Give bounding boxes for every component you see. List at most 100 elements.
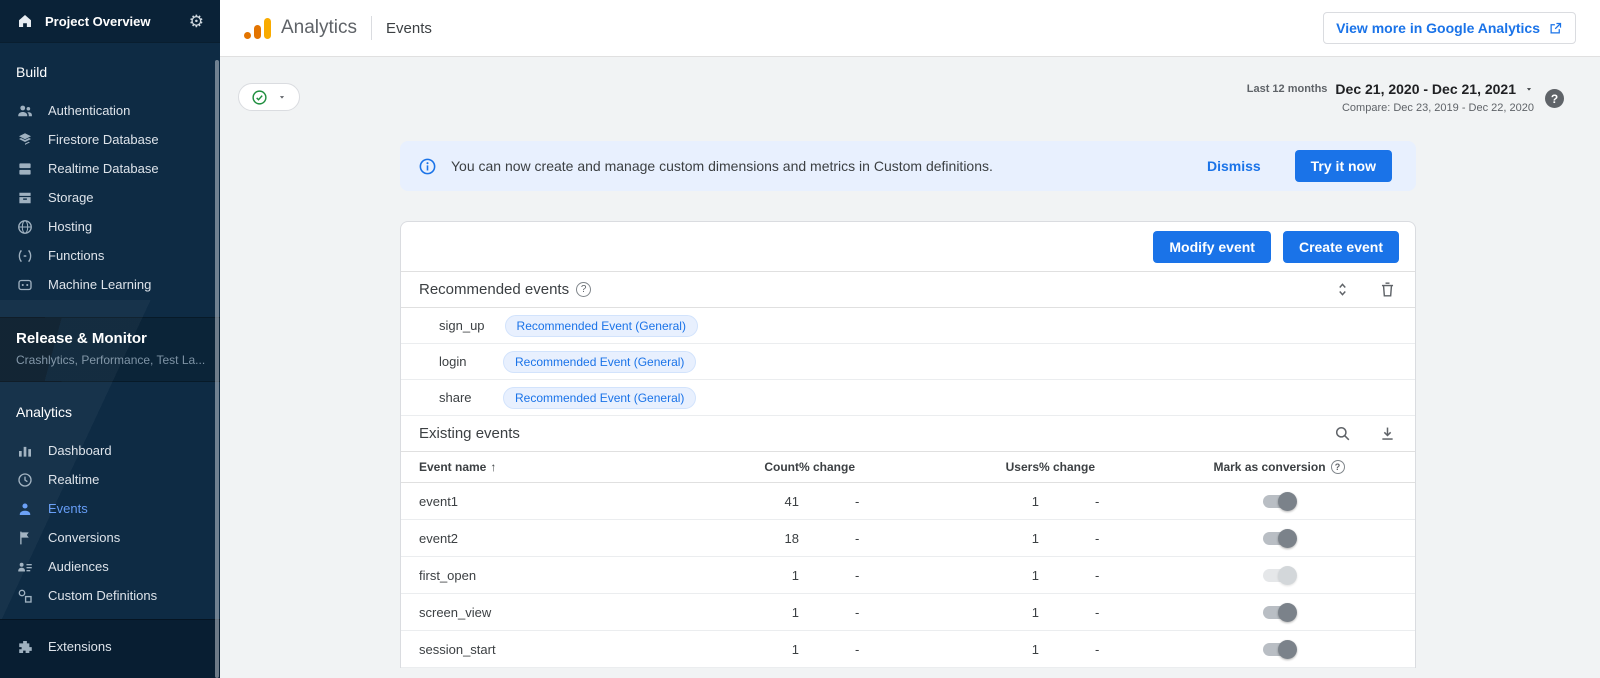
recommended-event-name: sign_up (439, 318, 485, 333)
conversions-icon (16, 529, 34, 547)
mark-as-conversion-toggle[interactable] (1263, 643, 1295, 656)
check-circle-icon (251, 89, 268, 106)
column-change[interactable]: % change (799, 460, 919, 474)
topbar-divider (371, 16, 372, 40)
sidebar-item-label: Events (48, 501, 88, 516)
sidebar-item-label: Dashboard (48, 443, 112, 458)
table-row[interactable]: event2 18 - 1 - (401, 520, 1415, 557)
table-row[interactable]: first_open 1 - 1 - (401, 557, 1415, 594)
sidebar: Project Overview ⚙ Build Authentication … (0, 0, 220, 678)
chevron-down-icon (277, 92, 287, 102)
recommended-event-row[interactable]: login Recommended Event (General) (401, 344, 1415, 380)
home-icon (16, 12, 34, 30)
sidebar-item-label: Storage (48, 190, 94, 205)
app-name: Analytics (281, 17, 357, 39)
firestore-icon (16, 131, 34, 149)
all-users-filter-chip[interactable] (238, 83, 300, 111)
unfold-sort-icon[interactable] (1333, 280, 1352, 299)
sidebar-scrollbar[interactable] (215, 60, 219, 678)
try-it-now-button[interactable]: Try it now (1295, 150, 1392, 182)
event-users-change: - (1039, 605, 1159, 620)
sidebar-item-hosting[interactable]: Hosting (0, 212, 220, 241)
date-range-block: Last 12 months Dec 21, 2020 - Dec 21, 20… (1247, 81, 1534, 114)
sidebar-item-storage[interactable]: Storage (0, 183, 220, 212)
sort-ascending-icon[interactable]: ↑ (490, 460, 496, 474)
column-users-change[interactable]: % change (1039, 460, 1159, 474)
mark-as-conversion-toggle[interactable] (1263, 569, 1295, 582)
info-banner: You can now create and manage custom dim… (400, 141, 1416, 191)
column-count[interactable]: Count (719, 460, 799, 474)
mark-as-conversion-help-icon[interactable]: ? (1331, 460, 1345, 474)
sidebar-item-realtime-database[interactable]: Realtime Database (0, 154, 220, 183)
search-icon[interactable] (1333, 424, 1352, 443)
mark-as-conversion-toggle[interactable] (1263, 495, 1295, 508)
sidebar-item-authentication[interactable]: Authentication (0, 96, 220, 125)
external-link-icon (1548, 21, 1563, 36)
chevron-down-icon (1524, 84, 1534, 94)
sidebar-item-functions[interactable]: Functions (0, 241, 220, 270)
sidebar-item-custom-definitions[interactable]: Custom Definitions (0, 581, 220, 610)
sidebar-item-realtime[interactable]: Realtime (0, 465, 220, 494)
sidebar-item-label: Hosting (48, 219, 92, 234)
mark-as-conversion-toggle[interactable] (1263, 532, 1295, 545)
sidebar-item-machine-learning[interactable]: Machine Learning (0, 270, 220, 299)
table-row[interactable]: screen_view 1 - 1 - (401, 594, 1415, 631)
recommended-events-help-icon[interactable]: ? (576, 282, 591, 297)
help-icon[interactable]: ? (1545, 89, 1564, 108)
recommended-events-header: Recommended events ? (401, 272, 1415, 308)
sidebar-item-firestore-database[interactable]: Firestore Database (0, 125, 220, 154)
column-event-name[interactable]: Event name (419, 460, 486, 474)
release-monitor-section[interactable]: Release & Monitor Crashlytics, Performan… (0, 317, 220, 382)
create-event-button[interactable]: Create event (1283, 231, 1399, 263)
event-users: 1 (919, 531, 1039, 546)
sidebar-item-audiences[interactable]: Audiences (0, 552, 220, 581)
event-change: - (799, 605, 919, 620)
event-name: screen_view (419, 605, 719, 620)
custom-definitions-icon (16, 587, 34, 605)
main-area: Analytics Events View more in Google Ana… (220, 0, 1600, 678)
hosting-icon (16, 218, 34, 236)
analytics-section-label: Analytics (0, 382, 220, 436)
table-row[interactable]: event1 41 - 1 - (401, 483, 1415, 520)
extensions-puzzle-icon (16, 638, 34, 656)
modify-event-button[interactable]: Modify event (1153, 231, 1271, 263)
sidebar-item-label: Realtime Database (48, 161, 159, 176)
recommended-events-title: Recommended events (419, 281, 569, 298)
view-more-label: View more in Google Analytics (1336, 20, 1540, 36)
sidebar-item-events[interactable]: Events (0, 494, 220, 523)
project-settings-gear-icon[interactable]: ⚙ (189, 13, 204, 30)
event-count: 18 (719, 531, 799, 546)
recommended-event-row[interactable]: share Recommended Event (General) (401, 380, 1415, 416)
column-users[interactable]: Users (919, 460, 1039, 474)
card-actions: Modify event Create event (401, 222, 1415, 272)
trash-icon[interactable] (1378, 280, 1397, 299)
sidebar-item-dashboard[interactable]: Dashboard (0, 436, 220, 465)
date-range-picker[interactable]: Last 12 months Dec 21, 2020 - Dec 21, 20… (1247, 81, 1534, 97)
audiences-icon (16, 558, 34, 576)
sidebar-item-label: Extensions (48, 639, 112, 654)
column-mark-as-conversion: Mark as conversion (1213, 460, 1325, 474)
project-overview-item[interactable]: Project Overview ⚙ (0, 0, 220, 42)
recommended-event-row[interactable]: sign_up Recommended Event (General) (401, 308, 1415, 344)
sidebar-item-extensions[interactable]: Extensions (0, 632, 220, 661)
machine-learning-icon (16, 276, 34, 294)
view-more-in-google-analytics-button[interactable]: View more in Google Analytics (1323, 12, 1576, 44)
dismiss-button[interactable]: Dismiss (1197, 150, 1271, 182)
event-count: 1 (719, 568, 799, 583)
table-row[interactable]: session_start 1 - 1 - (401, 631, 1415, 668)
event-users: 1 (919, 494, 1039, 509)
project-overview-label: Project Overview (45, 14, 178, 29)
event-name: event2 (419, 531, 719, 546)
event-users-change: - (1039, 531, 1159, 546)
mark-as-conversion-toggle[interactable] (1263, 606, 1295, 619)
events-icon (16, 500, 34, 518)
database-icon (16, 160, 34, 178)
download-icon[interactable] (1378, 424, 1397, 443)
recommended-event-chip[interactable]: Recommended Event (General) (503, 351, 696, 373)
event-users: 1 (919, 605, 1039, 620)
recommended-event-chip[interactable]: Recommended Event (General) (505, 315, 698, 337)
recommended-event-chip[interactable]: Recommended Event (General) (503, 387, 696, 409)
event-name: event1 (419, 494, 719, 509)
sidebar-item-conversions[interactable]: Conversions (0, 523, 220, 552)
event-change: - (799, 531, 919, 546)
